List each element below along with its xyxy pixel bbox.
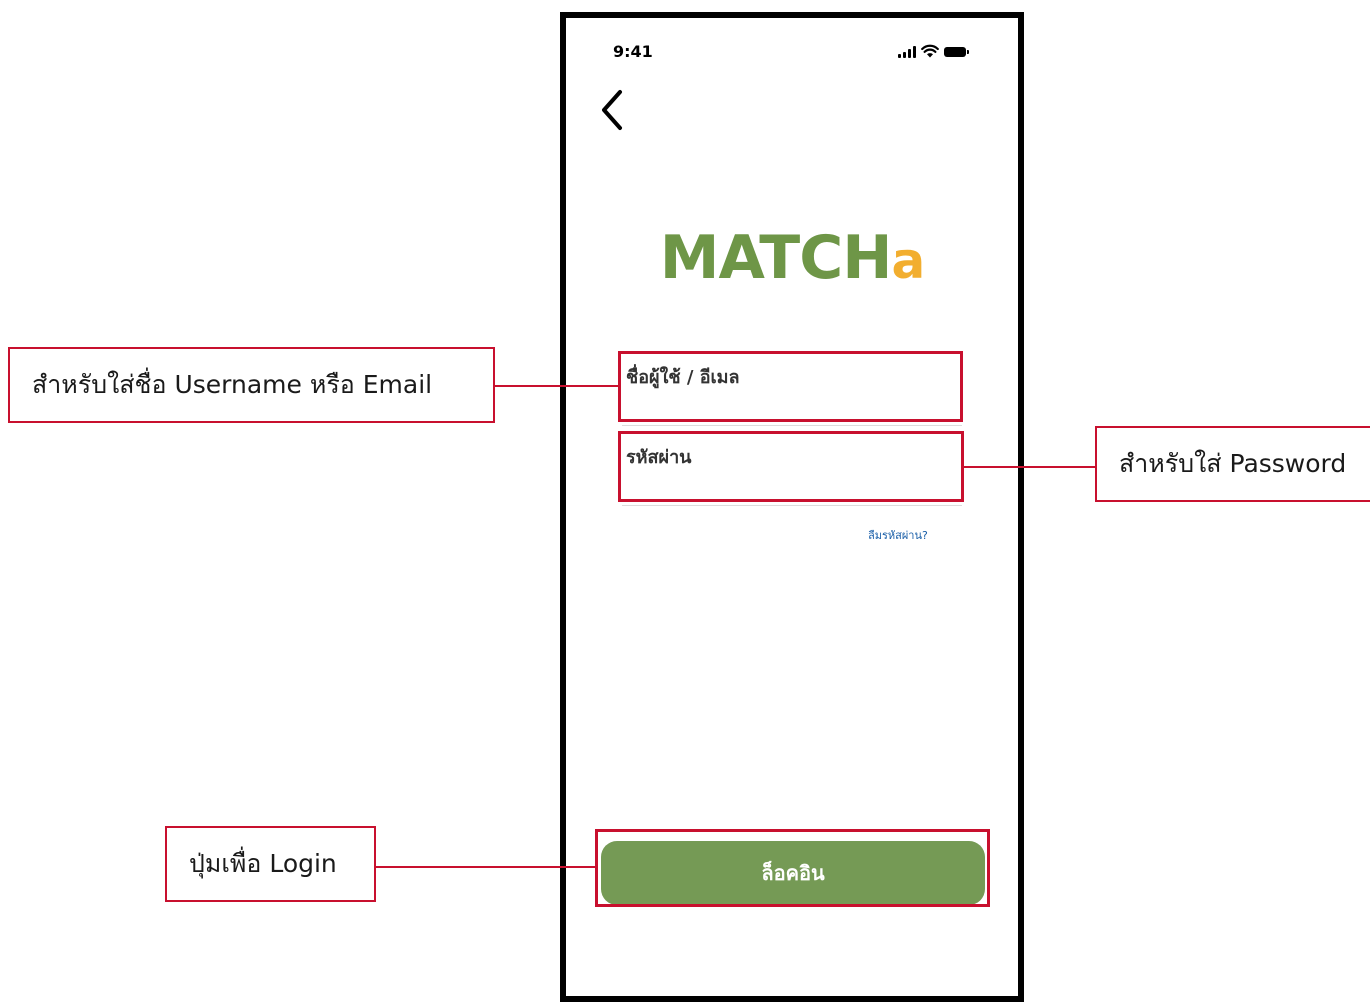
logo-accent-text: a xyxy=(891,232,925,290)
password-callout-text: สำหรับใส่ Password xyxy=(1119,449,1347,478)
login-connector-line xyxy=(376,866,596,868)
password-connector-line xyxy=(963,466,1095,468)
logo-main-text: MATCH xyxy=(659,223,893,293)
username-callout-text: สำหรับใส่ชื่อ Username หรือ Email xyxy=(32,370,433,399)
password-callout: สำหรับใส่ Password xyxy=(1095,426,1370,502)
status-time: 9:41 xyxy=(613,42,653,61)
phone-frame: 9:41 MATCHa ชื่อผู้ใช้ / อีเมล รหัสผ่าน … xyxy=(560,12,1024,1002)
login-callout-text: ปุ่มเพื่อ Login xyxy=(189,849,337,878)
battery-icon xyxy=(944,47,969,57)
username-callout: สำหรับใส่ชื่อ Username หรือ Email xyxy=(8,347,495,423)
username-connector-line xyxy=(495,385,619,387)
login-button[interactable]: ล็อคอิน xyxy=(601,841,985,905)
login-callout: ปุ่มเพื่อ Login xyxy=(165,826,376,902)
username-field[interactable]: ชื่อผู้ใช้ / อีเมล xyxy=(622,360,962,426)
password-field[interactable]: รหัสผ่าน xyxy=(622,440,962,506)
username-input[interactable] xyxy=(622,360,962,425)
wifi-icon xyxy=(921,44,939,58)
app-logo: MATCHa xyxy=(566,223,1018,293)
back-arrow-icon[interactable] xyxy=(596,88,630,132)
cellular-signal-icon xyxy=(898,46,916,58)
forgot-password-link[interactable]: ลืมรหัสผ่าน? xyxy=(868,526,928,544)
password-input[interactable] xyxy=(622,440,962,505)
status-icons xyxy=(898,42,969,58)
